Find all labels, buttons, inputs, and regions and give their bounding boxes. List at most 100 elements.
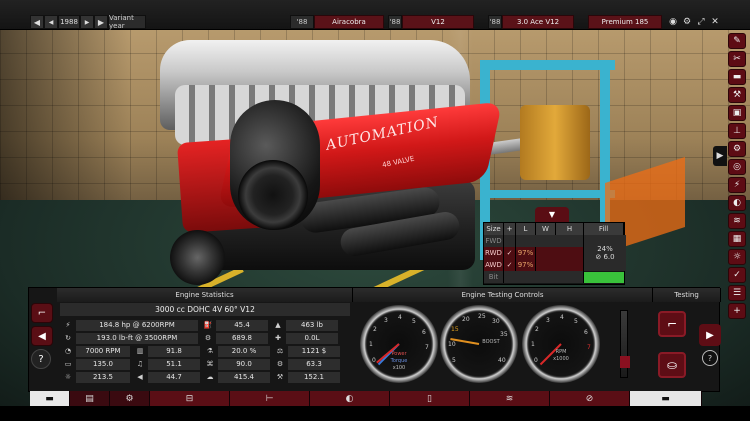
play-back-icon[interactable]: ◀ <box>44 15 58 29</box>
forward-icon[interactable]: ▶ <box>94 15 108 29</box>
collapse-left-icon[interactable]: ◀ <box>31 326 53 346</box>
head-tab[interactable]: ⊢ <box>230 391 310 406</box>
graph-icon[interactable]: ⌐ <box>31 303 53 323</box>
head-icon: ⊢ <box>265 393 274 404</box>
price-icon: ⚖ <box>276 347 284 355</box>
turbo-tab[interactable]: ◐ <box>310 391 390 406</box>
awd-checkbox[interactable]: ✓ <box>504 259 516 271</box>
car-tab[interactable]: ▬ <box>30 391 70 406</box>
chart-icon[interactable]: ▦ <box>728 231 746 247</box>
block-tab[interactable]: ⊟ <box>150 391 230 406</box>
size-l-header[interactable]: L <box>516 223 536 235</box>
car-icon[interactable]: ▬ <box>728 69 746 85</box>
back-icon[interactable]: ◀ <box>30 15 44 29</box>
fill-header: Fill <box>584 223 624 235</box>
help-icon[interactable]: ? <box>702 350 718 366</box>
stat-row-5: ☼ 213.5 ◀ 44.7 ☁ 415.4 ⚒ 152.1 <box>60 371 342 383</box>
power-icon: ⚡ <box>65 321 71 329</box>
chassis-icon: ▤ <box>85 393 94 404</box>
scissors-icon[interactable]: ✂ <box>728 51 746 67</box>
rwd-checkbox[interactable]: ✓ <box>504 247 516 259</box>
throttle-slider-handle[interactable] <box>620 356 630 368</box>
turbo-icon[interactable]: ◐ <box>728 195 746 211</box>
sun-icon: ☼ <box>64 373 72 381</box>
trim-select[interactable]: Premium 185 <box>588 15 662 29</box>
power-torque-gauge: 0 1 2 3 4 5 6 7 Power Torque x100 <box>360 305 438 383</box>
turbo-icon: ◐ <box>345 393 354 404</box>
rwd-fit: 97% <box>516 247 536 259</box>
stat-row-torque: ↻ 193.0 lb-ft @ 3500RPM ⚙ 689.8 ✚ 0.0L <box>60 332 340 344</box>
gear-icon[interactable]: ⚙ <box>680 15 694 29</box>
torque-icon: ↻ <box>65 334 71 342</box>
chevron-down-icon[interactable]: ▼ <box>535 207 569 222</box>
smoothness-icon: ▥ <box>136 347 144 355</box>
top-bar: ◀ ◀ 1988 ▶ ▶ Variant year '88 Airacobra … <box>0 0 750 30</box>
model-select[interactable]: Airacobra <box>314 15 384 29</box>
shrink-icon[interactable]: ⤢ <box>694 15 708 29</box>
list-icon[interactable]: ☰ <box>728 285 746 301</box>
piston-icon[interactable]: ⊥ <box>728 123 746 139</box>
car-icon: ▬ <box>45 393 54 404</box>
engine-select[interactable]: V12 <box>402 15 474 29</box>
car-icon: ▭ <box>64 360 72 368</box>
camera-icon[interactable]: ◉ <box>666 15 680 29</box>
fill-bar <box>584 272 624 283</box>
model-year: '88 <box>290 15 314 29</box>
run-test-button[interactable]: ⛀ <box>658 352 686 378</box>
tool-icon[interactable]: ⚒ <box>728 87 746 103</box>
sun-icon[interactable]: ☼ <box>728 249 746 265</box>
fuel-icon: ▯ <box>427 393 432 404</box>
wrench-icon[interactable]: ✎ <box>728 33 746 49</box>
service-icon: ⚙ <box>276 360 284 368</box>
year-field[interactable]: 1988 <box>58 15 80 29</box>
family-year: '88 <box>488 15 502 29</box>
dyno-graph-button[interactable]: ⌐ <box>658 311 686 337</box>
check-icon[interactable]: ✓ <box>728 267 746 283</box>
close-icon[interactable]: ✕ <box>708 15 722 29</box>
play-icon: ▶ <box>706 329 714 341</box>
finish-tab[interactable]: ▬ <box>630 391 702 406</box>
chevron-right-icon[interactable]: ▶ <box>713 146 727 166</box>
exhaust-tab[interactable]: ≋ <box>470 391 550 406</box>
wheel-icon[interactable]: ◎ <box>728 159 746 175</box>
bolt-icon[interactable]: ⚡ <box>728 177 746 193</box>
throttle-slider[interactable] <box>620 310 630 378</box>
dyno-icon: ⛀ <box>666 358 678 372</box>
rpm-gauge: 0 1 2 3 4 5 6 7 RPM x1000 <box>522 305 600 383</box>
rwd-label: RWD <box>484 247 504 259</box>
exhaust-icon[interactable]: ≋ <box>728 213 746 229</box>
fuel-tab[interactable]: ▯ <box>390 391 470 406</box>
car-side-icon: ▬ <box>661 393 670 404</box>
speaker-icon: ◀ <box>137 373 143 381</box>
plus-icon[interactable]: + <box>728 303 746 319</box>
stat-row-rpm: ◔ 7000 RPM ▥ 91.8 ⚗ 20.0 % ⚖ 1121 $ <box>60 345 342 357</box>
variant-year-label: Variant year <box>108 14 146 30</box>
bottom-tabs: ▬ ▤ ⚙ ⊟ ⊢ ◐ ▯ ≋ ⊘ ▬ <box>30 391 722 406</box>
fill-readout: 24% ⊘ 6.0 <box>584 235 626 271</box>
play-forward-icon[interactable]: ▶ <box>80 15 94 29</box>
exhaust-icon: ≋ <box>505 393 514 404</box>
gear-icon[interactable]: ⚙ <box>728 141 746 157</box>
play-button[interactable]: ▶ <box>699 324 721 346</box>
family-select[interactable]: 3.0 Ace V12 <box>502 15 574 29</box>
engine-icon: ⚙ <box>125 393 134 404</box>
stat-row-power: ⚡ 184.8 hp @ 6200RPM ⛽ 45.4 ▲ 463 lb <box>60 319 340 331</box>
test-tab[interactable]: ⊘ <box>550 391 630 406</box>
crank-pulley <box>170 230 225 285</box>
stat-row-4: ▭ 135.0 ♫ 51.1 ⌘ 90.0 ⚙ 63.3 <box>60 358 342 370</box>
size-h-header[interactable]: H <box>556 223 584 235</box>
bit-label: Bit <box>484 271 504 283</box>
size-header: Size <box>484 223 504 235</box>
chassis-tab[interactable]: ▤ <box>70 391 110 406</box>
help-icon[interactable]: ? <box>31 349 51 369</box>
size-panel: Size + L W H Fill FWD RWD ✓ 97% AWD ✓ 97… <box>483 222 626 285</box>
engine-statistics-header: Engine Statistics <box>57 288 353 302</box>
engine-tab[interactable]: ⚙ <box>110 391 150 406</box>
rpm-icon: ◔ <box>64 347 72 355</box>
size-plus-header[interactable]: + <box>504 223 516 235</box>
size-w-header[interactable]: W <box>536 223 556 235</box>
side-menu: ✎ ✂ ▬ ⚒ ▣ ⊥ ⚙ ◎ ⚡ ◐ ≋ ▦ ☼ ✓ ☰ + <box>728 33 748 319</box>
fill-percent: 24% <box>597 245 613 253</box>
engine-icon[interactable]: ▣ <box>728 105 746 121</box>
awd-label: AWD <box>484 259 504 271</box>
